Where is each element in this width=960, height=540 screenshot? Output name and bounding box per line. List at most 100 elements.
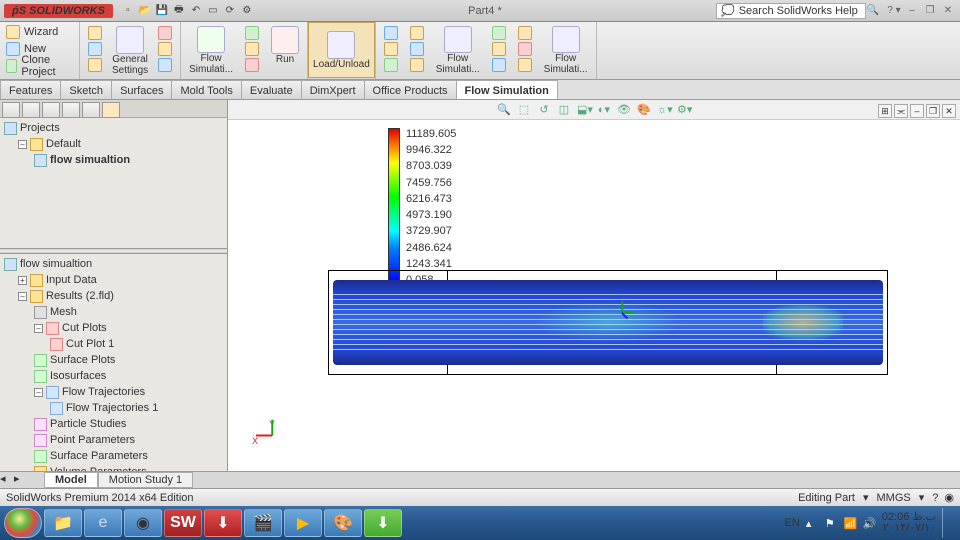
tray-action-icon[interactable]: ⚑ bbox=[825, 517, 838, 530]
component-control-icon[interactable] bbox=[158, 58, 172, 72]
status-customize-icon[interactable]: ▾ bbox=[863, 491, 869, 504]
vp-max-icon[interactable]: ❐ bbox=[926, 104, 940, 118]
taskbar-ie[interactable]: e bbox=[84, 509, 122, 537]
minimize-btn[interactable]: – bbox=[904, 4, 920, 18]
tab-surfaces[interactable]: Surfaces bbox=[111, 80, 172, 99]
new-doc-icon[interactable]: ▫ bbox=[121, 4, 135, 18]
tray-chevron-icon[interactable]: ▴ bbox=[806, 517, 819, 530]
open-icon[interactable]: 📂 bbox=[138, 4, 152, 18]
taskbar-mediaplayer[interactable]: ▶ bbox=[284, 509, 322, 537]
run-button[interactable]: Run bbox=[267, 24, 303, 77]
tools4-icon[interactable] bbox=[518, 26, 532, 40]
options-icon[interactable]: ⚙ bbox=[240, 4, 254, 18]
zoom-fit-icon[interactable]: 🔍 bbox=[496, 102, 512, 118]
bottom-tab-motion-study[interactable]: Motion Study 1 bbox=[98, 472, 193, 488]
search-go-icon[interactable]: 🔍 bbox=[866, 4, 880, 18]
tools1-icon[interactable] bbox=[492, 26, 506, 40]
batch-icon[interactable] bbox=[245, 42, 259, 56]
tab-nav-prev[interactable]: ◂ bbox=[0, 472, 14, 487]
tools3-icon[interactable] bbox=[492, 58, 506, 72]
tab-sketch[interactable]: Sketch bbox=[60, 80, 112, 99]
probe-icon[interactable] bbox=[384, 26, 398, 40]
taskbar-paint[interactable]: 🎨 bbox=[324, 509, 362, 537]
insert-icon[interactable] bbox=[410, 42, 424, 56]
graphics-canvas[interactable]: 11189.6059946.3228703.0397459.7566216.47… bbox=[228, 120, 960, 471]
save-icon[interactable]: 💾 bbox=[155, 4, 169, 18]
bottom-tab-model[interactable]: Model bbox=[44, 472, 98, 488]
status-flag-icon[interactable]: ◉ bbox=[944, 491, 954, 504]
panel-tab-feature[interactable] bbox=[2, 102, 20, 118]
tray-clock[interactable]: 02:06 ب.ظ ۲۰۱۴/۰۷/۱۰ bbox=[882, 512, 936, 534]
load-unload-button[interactable]: Load/Unload bbox=[308, 22, 375, 78]
appearance-icon[interactable]: 🎨▾ bbox=[636, 102, 652, 118]
min-max-icon[interactable] bbox=[384, 42, 398, 56]
flow-sim1-button[interactable]: Flow Simulati... bbox=[185, 24, 237, 77]
results-tree[interactable]: flow simualtion +Input Data –Results (2.… bbox=[0, 254, 227, 471]
tab-mold-tools[interactable]: Mold Tools bbox=[171, 80, 241, 99]
clone-project-button[interactable]: Clone Project bbox=[4, 58, 75, 74]
tray-network-icon[interactable]: 📶 bbox=[844, 517, 857, 530]
tab-evaluate[interactable]: Evaluate bbox=[241, 80, 302, 99]
print-icon[interactable]: 🖶 bbox=[172, 4, 186, 18]
select-icon[interactable]: ▭ bbox=[206, 4, 220, 18]
tools5-icon[interactable] bbox=[518, 42, 532, 56]
compare-icon[interactable] bbox=[410, 58, 424, 72]
project-tree[interactable]: Projects –Default flow simualtion bbox=[0, 118, 227, 248]
mesh-settings-icon[interactable] bbox=[158, 42, 172, 56]
flow-sim2-button[interactable]: Flow Simulati... bbox=[432, 24, 484, 77]
calc-control-icon[interactable] bbox=[158, 26, 172, 40]
hide-show-icon[interactable]: 👁▾ bbox=[616, 102, 632, 118]
restore-btn[interactable]: ❐ bbox=[922, 4, 938, 18]
status-help-icon[interactable]: ? bbox=[932, 492, 938, 504]
help-search-input[interactable]: 💭Search SolidWorks Help bbox=[716, 3, 866, 19]
show-desktop-button[interactable] bbox=[942, 508, 950, 538]
conditions-icon[interactable] bbox=[88, 42, 102, 56]
display-style-icon[interactable]: ◐▾ bbox=[596, 102, 612, 118]
goals-icon[interactable] bbox=[88, 58, 102, 72]
view-settings-icon[interactable]: ⚙▾ bbox=[676, 102, 692, 118]
help-dropdown[interactable]: ? ▾ bbox=[886, 4, 902, 18]
prev-view-icon[interactable]: ↺ bbox=[536, 102, 552, 118]
taskbar-moviemaker[interactable]: 🎬 bbox=[244, 509, 282, 537]
panel-tab-display[interactable] bbox=[82, 102, 100, 118]
tab-nav-next[interactable]: ▸ bbox=[14, 472, 28, 487]
panel-tab-property[interactable] bbox=[22, 102, 40, 118]
graphics-viewport[interactable]: 🔍 ⬚ ↺ ◫ ⬓▾ ◐▾ 👁▾ 🎨▾ ☼▾ ⚙▾ ⊞ ⫘ – ❐ ✕ bbox=[228, 100, 960, 471]
scene-icon[interactable]: ☼▾ bbox=[656, 102, 672, 118]
taskbar-explorer[interactable]: 📁 bbox=[44, 509, 82, 537]
collapse-icon[interactable]: – bbox=[18, 140, 27, 149]
display-icon[interactable] bbox=[384, 58, 398, 72]
panel-tab-config[interactable] bbox=[42, 102, 60, 118]
section-view-icon[interactable]: ◫ bbox=[556, 102, 572, 118]
vp-close-icon[interactable]: ✕ bbox=[942, 104, 956, 118]
taskbar-solidworks[interactable]: SW bbox=[164, 509, 202, 537]
start-button[interactable] bbox=[4, 508, 42, 538]
undo-icon[interactable]: ↶ bbox=[189, 4, 203, 18]
tray-volume-icon[interactable]: 🔊 bbox=[863, 517, 876, 530]
taskbar-idm[interactable]: ⬇ bbox=[364, 509, 402, 537]
tray-lang[interactable]: EN bbox=[785, 517, 800, 529]
lighting-icon[interactable] bbox=[410, 26, 424, 40]
taskbar-chrome[interactable]: ◉ bbox=[124, 509, 162, 537]
summary-icon[interactable] bbox=[88, 26, 102, 40]
tools6-icon[interactable] bbox=[518, 58, 532, 72]
close-btn[interactable]: ✕ bbox=[940, 4, 956, 18]
taskbar-pdf[interactable]: ⬇ bbox=[204, 509, 242, 537]
vp-link-icon[interactable]: ⫘ bbox=[894, 104, 908, 118]
panel-tab-flowsim[interactable] bbox=[102, 102, 120, 118]
general-settings-button[interactable]: General Settings bbox=[108, 24, 152, 78]
tools2-icon[interactable] bbox=[492, 42, 506, 56]
rebuild-icon[interactable]: ⟳ bbox=[223, 4, 237, 18]
flow-sim3-button[interactable]: Flow Simulati... bbox=[540, 24, 592, 77]
wizard-button[interactable]: Wizard bbox=[4, 24, 75, 40]
tab-office-products[interactable]: Office Products bbox=[364, 80, 457, 99]
zoom-area-icon[interactable]: ⬚ bbox=[516, 102, 532, 118]
new-calc-icon[interactable] bbox=[245, 58, 259, 72]
tab-features[interactable]: Features bbox=[0, 80, 61, 99]
tab-dimxpert[interactable]: DimXpert bbox=[301, 80, 365, 99]
solve-icon[interactable] bbox=[245, 26, 259, 40]
tab-flow-simulation[interactable]: Flow Simulation bbox=[456, 80, 558, 99]
view-orient-icon[interactable]: ⬓▾ bbox=[576, 102, 592, 118]
vp-min-icon[interactable]: – bbox=[910, 104, 924, 118]
vp-tile-icon[interactable]: ⊞ bbox=[878, 104, 892, 118]
